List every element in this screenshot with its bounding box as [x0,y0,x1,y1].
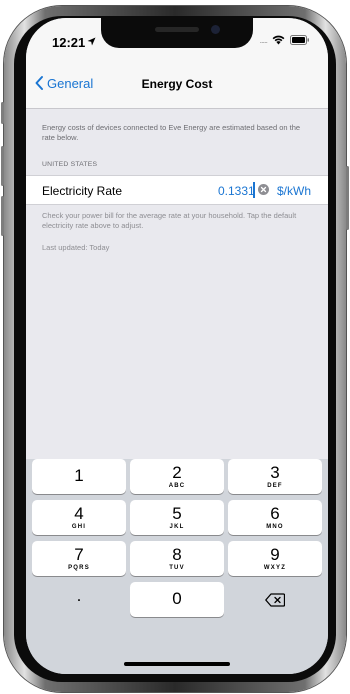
key-2[interactable]: 2 ABC [130,459,224,494]
key-5[interactable]: 5 JKL [130,500,224,535]
rate-input[interactable]: 0.1331 [218,184,255,198]
key-6[interactable]: 6 MNO [228,500,322,535]
location-arrow-icon [87,37,96,46]
speaker-grille [155,27,199,32]
backspace-icon [265,593,286,607]
key-3[interactable]: 3 DEF [228,459,322,494]
status-indicators: ..... [259,35,310,45]
key-1[interactable]: 1 [32,459,126,494]
volume-down-button [1,196,4,236]
rate-unit: $/kWh [277,184,312,198]
help-text: Check your power bill for the average ra… [42,211,297,230]
page-title: Energy Cost [141,77,213,91]
power-button [346,166,349,230]
rate-label: Electricity Rate [42,184,123,198]
silent-switch [1,102,4,124]
energy-cost-content: Energy costs of devices connected to Eve… [26,109,328,479]
wifi-icon [272,35,285,45]
key-9[interactable]: 9 WXYZ [228,541,322,576]
last-updated: Last updated: Today [42,243,110,252]
description-text: Energy costs of devices connected to Eve… [42,123,301,142]
key-decimal[interactable]: . [32,582,126,617]
volume-up-button [1,146,4,186]
signal-dots: ..... [259,35,267,45]
key-4[interactable]: 4 GHI [32,500,126,535]
numeric-keypad: 1 2 ABC 3 DEF 4 GHI 5 JKL 6 MNO 7 PQRS 8… [26,459,328,674]
screen: 12:21 ..... General Energy Cost Energy c… [26,18,328,674]
battery-icon [290,35,309,45]
key-8[interactable]: 8 TUV [130,541,224,576]
home-indicator[interactable] [124,662,230,666]
delete-key[interactable] [228,582,322,617]
clear-icon[interactable] [258,184,269,195]
status-time: 12:21 [52,35,86,50]
key-7[interactable]: 7 PQRS [32,541,126,576]
text-cursor [253,182,255,198]
notch [101,18,253,48]
key-0[interactable]: 0 [130,582,224,617]
front-camera [211,25,220,34]
section-header: UNITED STATES [42,161,98,168]
navigation-bar: General Energy Cost [26,62,328,109]
electricity-rate-row[interactable]: Electricity Rate 0.1331 $/kWh [26,175,328,205]
